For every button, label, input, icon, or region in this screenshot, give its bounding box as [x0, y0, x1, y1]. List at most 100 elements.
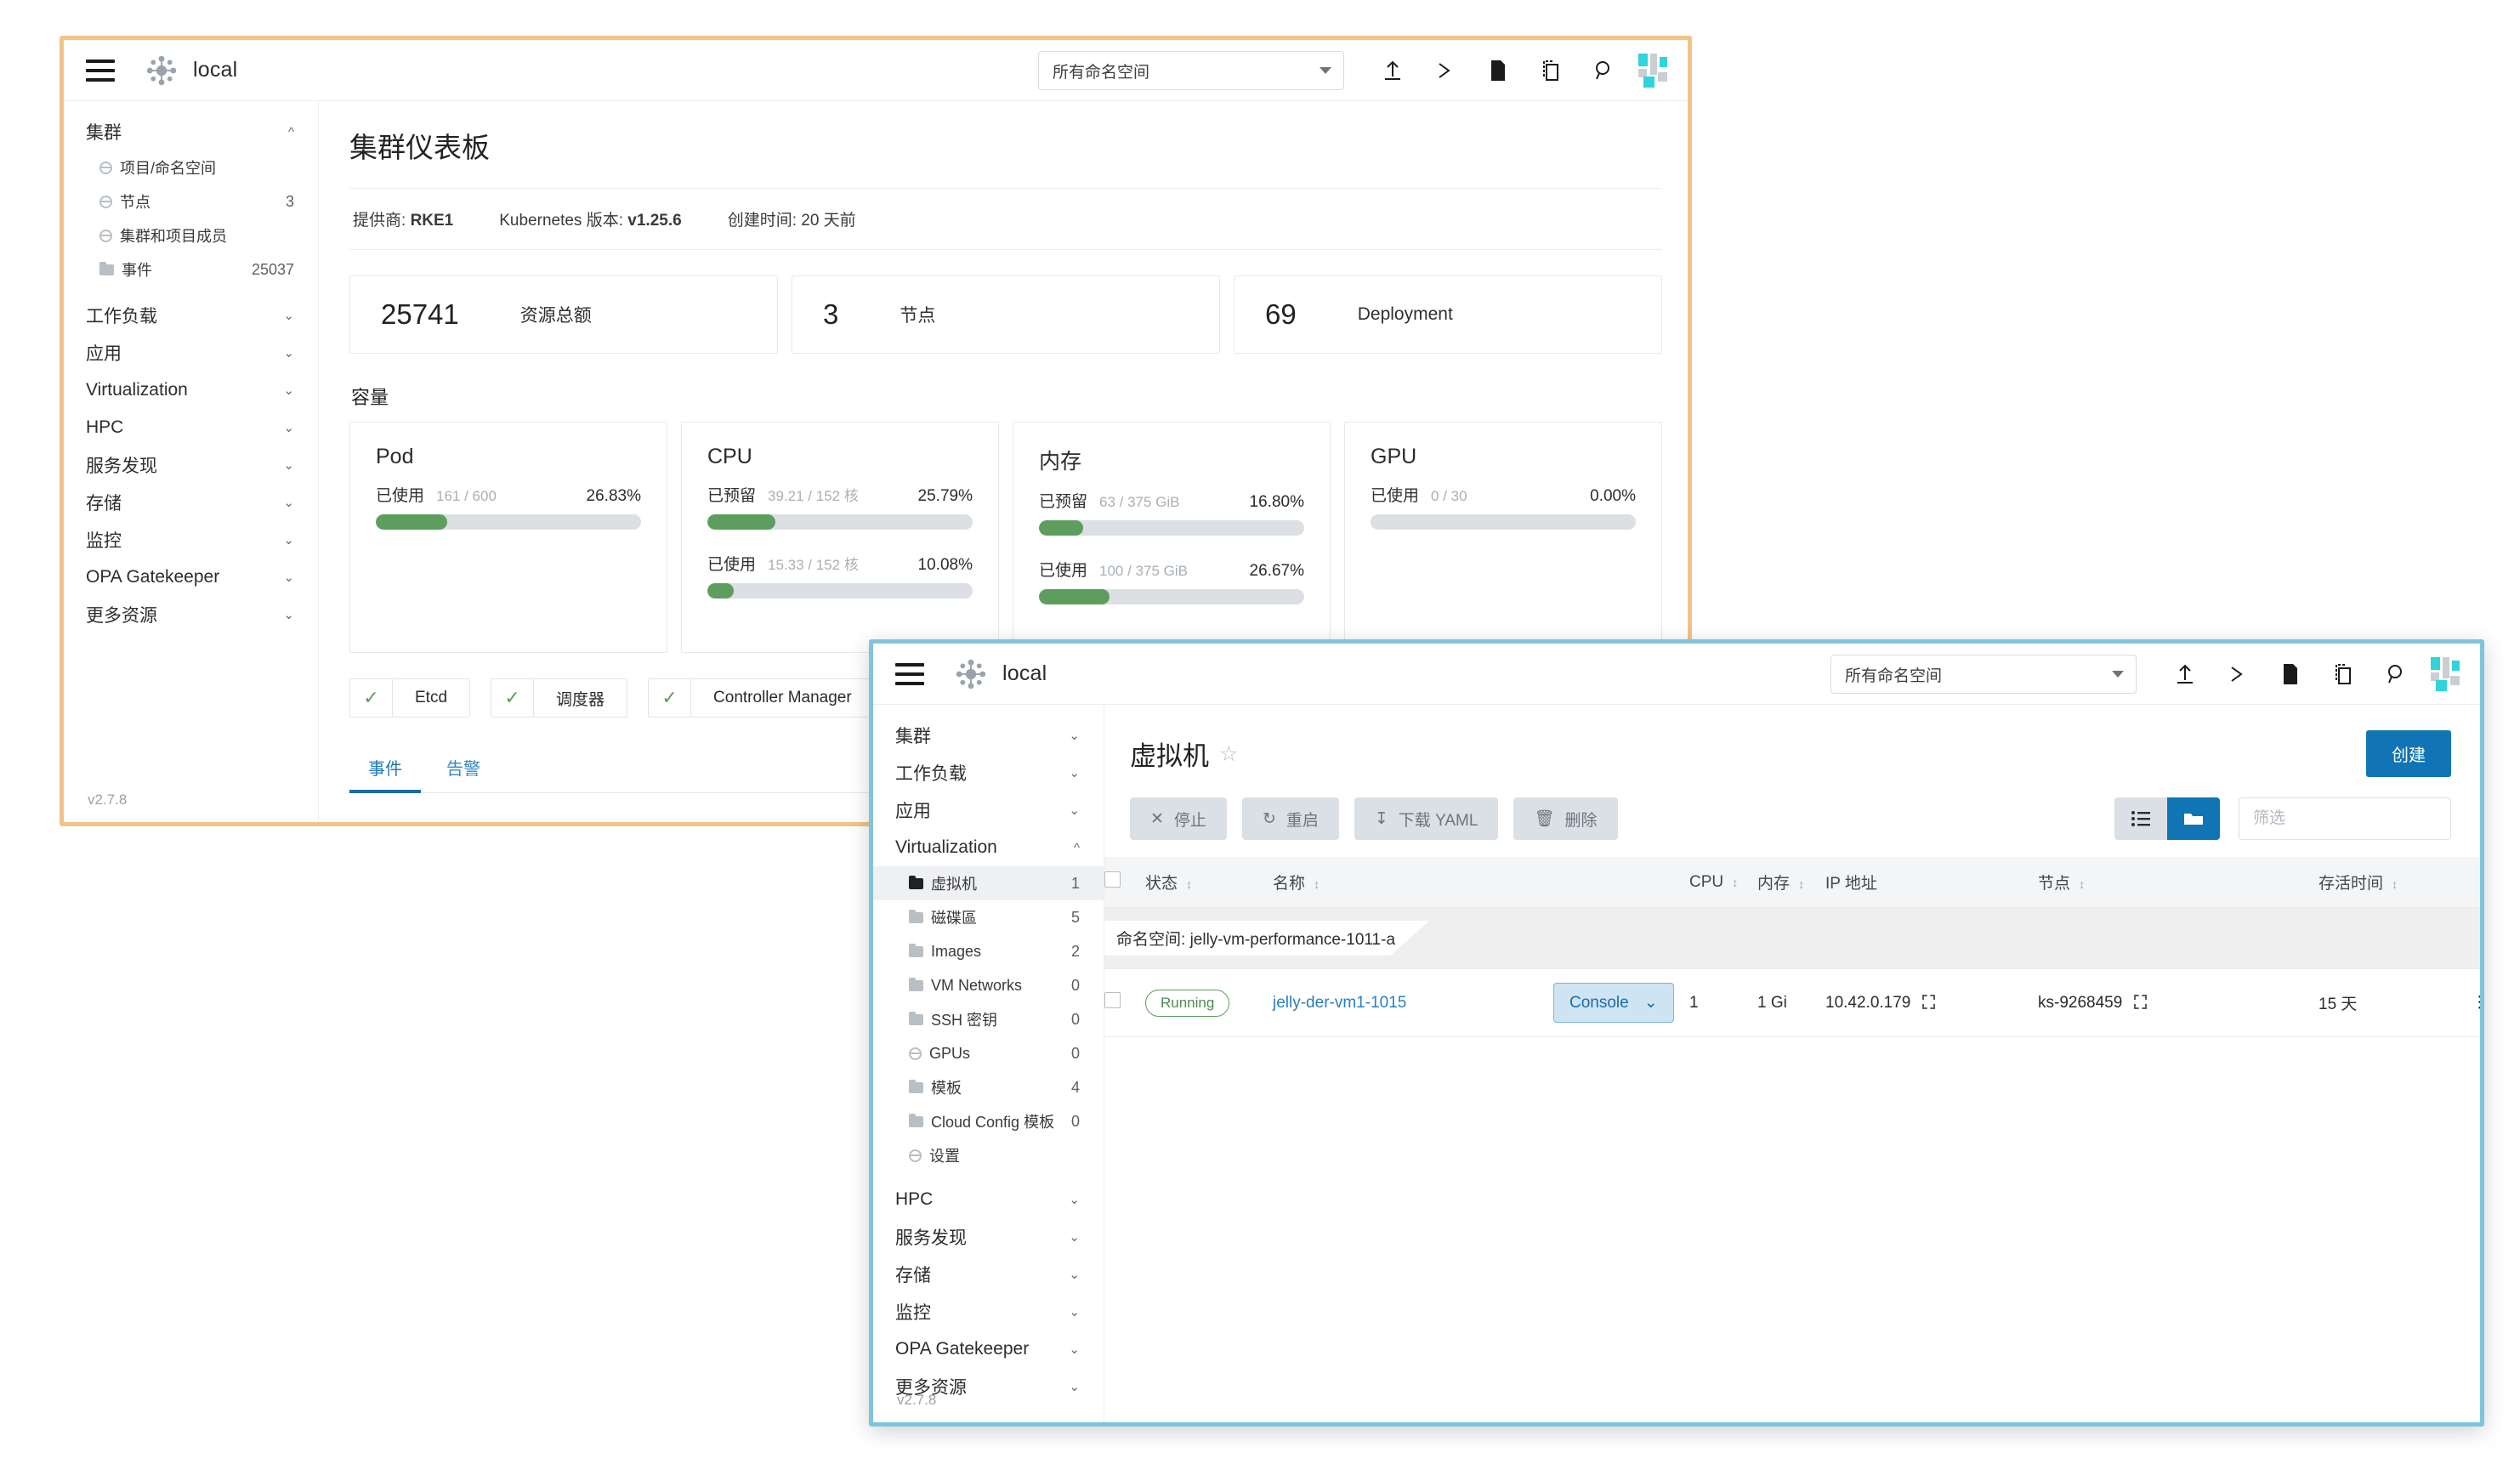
table-row[interactable]: Running jelly-der-vm1-1015 Console ⌄ 1 1…	[1104, 968, 2480, 1037]
favorite-star-icon[interactable]: ☆	[1219, 741, 1238, 767]
upload-icon[interactable]	[1366, 44, 1419, 97]
namespace-group-value: jelly-vm-performance-1011-a	[1189, 931, 1396, 949]
download-yaml-button[interactable]: ↧ 下载 YAML	[1354, 797, 1499, 840]
sidebar-item-label: VM Networks	[931, 976, 1023, 994]
file-icon[interactable]	[2264, 648, 2317, 701]
screenshot-stage: local 所有命名空间 集群 ^ 项目/命名空间 节点 3 集群和项目成员 事…	[0, 0, 2520, 1458]
sidebar-item-templates[interactable]: 模板 4	[873, 1070, 1104, 1104]
copy-icon[interactable]	[1524, 44, 1577, 97]
sidebar-group-workloads[interactable]: 工作负载 ⌄	[873, 754, 1104, 791]
row-name-cell: jelly-der-vm1-1015	[1273, 968, 1553, 1037]
sidebar-item-cloud-config-templates[interactable]: Cloud Config 模板 0	[873, 1104, 1104, 1138]
menu-icon[interactable]	[895, 662, 924, 685]
sidebar-group-cluster[interactable]: 集群 ⌄	[873, 717, 1104, 754]
stop-button[interactable]: ✕ 停止	[1130, 797, 1227, 840]
sidebar-item-count: 0	[1070, 976, 1080, 994]
search-icon[interactable]	[2370, 648, 2422, 701]
component-label: 调度器	[556, 690, 605, 709]
sidebar-group-apps[interactable]: 应用 ⌄	[64, 334, 318, 372]
sidebar-item-images[interactable]: Images 2	[873, 934, 1104, 968]
column-name[interactable]: 名称 ↕	[1273, 857, 1553, 908]
sidebar-item-settings[interactable]: 设置	[873, 1138, 1104, 1172]
sidebar-group-service-discovery[interactable]: 服务发现 ⌄	[873, 1218, 1104, 1256]
sidebar-item-cluster-project-members[interactable]: 集群和项目成员	[64, 218, 318, 252]
list-view-icon[interactable]	[2114, 797, 2167, 840]
row-checkbox[interactable]	[1104, 992, 1121, 1008]
sidebar-group-label: 应用	[86, 344, 122, 364]
capacity-line-fraction: 39.21 / 152 核	[768, 488, 859, 504]
cluster-name-label: local	[1002, 661, 1047, 685]
search-icon[interactable]	[1577, 44, 1630, 97]
version-label: v2.7.8	[897, 1392, 937, 1408]
column-status[interactable]: 状态 ↕	[1145, 857, 1273, 908]
namespace-select[interactable]: 所有命名空间	[1038, 51, 1344, 90]
sidebar-group-apps[interactable]: 应用 ⌄	[873, 791, 1104, 829]
filter-input[interactable]	[2239, 797, 2451, 840]
sidebar-group-label: 服务发现	[895, 1228, 967, 1248]
column-console	[1553, 857, 1689, 908]
tab-events[interactable]: 事件	[349, 745, 421, 793]
capacity-section-title: 容量	[351, 387, 389, 408]
sidebar-item-vm-networks[interactable]: VM Networks 0	[873, 968, 1104, 1002]
select-all-checkbox[interactable]	[1104, 871, 1121, 888]
sidebar-item-nodes[interactable]: 节点 3	[64, 184, 318, 218]
sidebar-group-opa-gatekeeper[interactable]: OPA Gatekeeper ⌄	[64, 559, 318, 596]
sidebar-group-label: OPA Gatekeeper	[895, 1339, 1030, 1359]
shell-icon[interactable]	[2211, 648, 2264, 701]
refresh-icon: ↻	[1262, 809, 1276, 828]
sidebar-item-ssh-keys[interactable]: SSH 密钥 0	[873, 1002, 1104, 1036]
shell-icon[interactable]	[1419, 44, 1472, 97]
restart-button[interactable]: ↻ 重启	[1241, 797, 1339, 840]
sidebar-group-virtualization[interactable]: Virtualization ^	[873, 829, 1104, 866]
delete-button[interactable]: 🗑 删除	[1513, 797, 1618, 840]
sidebar-group-monitoring[interactable]: 监控 ⌄	[873, 1293, 1104, 1330]
sidebar-item-virtual-machines[interactable]: 虚拟机 1	[873, 866, 1104, 900]
sidebar-group-storage[interactable]: 存储 ⌄	[64, 484, 318, 521]
sidebar-item-volumes[interactable]: 磁碟區 5	[873, 900, 1104, 934]
sidebar-item-projects-namespaces[interactable]: 项目/命名空间	[64, 150, 318, 184]
menu-icon[interactable]	[86, 59, 115, 82]
sidebar-group-cluster[interactable]: 集群 ^	[64, 113, 318, 150]
namespace-select[interactable]: 所有命名空间	[1830, 655, 2137, 694]
chevron-down-icon: ⌄	[1069, 1379, 1080, 1394]
group-view-icon[interactable]	[2167, 797, 2220, 840]
row-actions-menu-icon[interactable]: ⋮	[2455, 968, 2480, 1037]
sidebar-group-monitoring[interactable]: 监控 ⌄	[64, 521, 318, 559]
column-cpu[interactable]: CPU ↕	[1689, 857, 1757, 908]
view-toggle-group	[2114, 797, 2220, 840]
sidebar-group-storage[interactable]: 存储 ⌄	[873, 1256, 1104, 1293]
sidebar-item-count: 0	[1070, 1044, 1080, 1062]
column-node[interactable]: 节点 ↕	[2038, 857, 2319, 908]
chevron-down-icon: ⌄	[1069, 765, 1080, 780]
sidebar-item-label: 虚拟机	[931, 876, 977, 893]
sidebar-group-more-resources[interactable]: 更多资源 ⌄	[64, 596, 318, 633]
sidebar-group-workloads[interactable]: 工作负载 ⌄	[64, 297, 318, 334]
component-status-controller-manager: ✓ Controller Manager	[648, 678, 875, 718]
sidebar-group-opa-gatekeeper[interactable]: OPA Gatekeeper ⌄	[873, 1330, 1104, 1368]
trash-icon: 🗑	[1534, 809, 1555, 828]
copy-icon[interactable]	[1921, 994, 1935, 1009]
copy-icon[interactable]	[2317, 648, 2370, 701]
sidebar-group-label: 存储	[86, 494, 122, 513]
tab-alerts[interactable]: 告警	[428, 745, 499, 793]
chevron-down-icon: ⌄	[1643, 994, 1658, 1012]
sidebar-group-hpc[interactable]: HPC ⌄	[64, 409, 318, 446]
sidebar-group-virtualization[interactable]: Virtualization ⌄	[64, 372, 318, 409]
column-label: 内存	[1757, 875, 1791, 893]
column-memory[interactable]: 内存 ↕	[1757, 857, 1825, 908]
file-icon[interactable]	[1472, 44, 1524, 97]
stat-card-nodes: 3 节点	[792, 275, 1220, 354]
sidebar-group-hpc[interactable]: HPC ⌄	[873, 1181, 1104, 1218]
capacity-cards: Pod 已使用 161 / 600 26.83% CPU 已预留 39.21 /…	[349, 422, 1662, 653]
sidebar-item-events[interactable]: 事件 25037	[64, 252, 318, 286]
vm-name-link[interactable]: jelly-der-vm1-1015	[1273, 994, 1406, 1012]
column-age[interactable]: 存活时间 ↕	[2319, 857, 2455, 908]
sidebar-item-label: Cloud Config 模板	[931, 1114, 1055, 1131]
console-dropdown-button[interactable]: Console ⌄	[1553, 983, 1674, 1023]
sidebar-item-gpus[interactable]: GPUs 0	[873, 1036, 1104, 1070]
sidebar-group-service-discovery[interactable]: 服务发现 ⌄	[64, 446, 318, 484]
create-button[interactable]: 创建	[2366, 730, 2451, 777]
chevron-down-icon: ⌄	[283, 308, 294, 323]
upload-icon[interactable]	[2159, 648, 2211, 701]
copy-icon[interactable]	[2133, 994, 2147, 1009]
